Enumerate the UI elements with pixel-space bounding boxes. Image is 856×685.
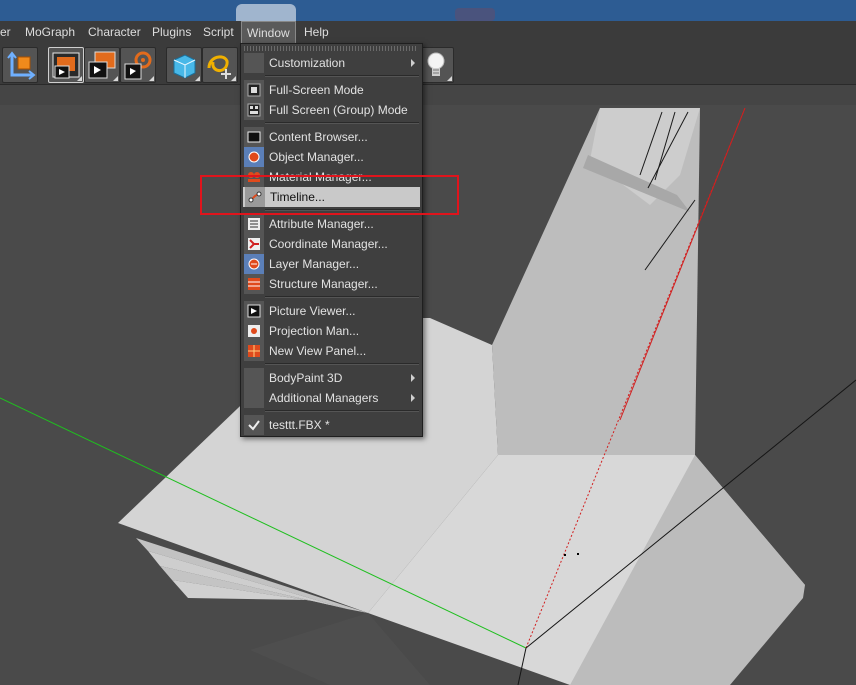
menu-item-window[interactable]: Window xyxy=(241,21,296,44)
menu-item-structure-manager[interactable]: Structure Manager... xyxy=(242,274,421,294)
menu-item-object-manager[interactable]: Object Manager... xyxy=(242,147,421,167)
menu-item-character[interactable]: Character xyxy=(83,21,146,44)
menu-item-projection-manager[interactable]: Projection Man... xyxy=(242,321,421,341)
menu-item-customization[interactable]: Customization xyxy=(242,53,421,73)
menu-tear-off-handle[interactable] xyxy=(244,46,418,51)
menu-bar: er MoGraph Character Plugins Script Wind… xyxy=(0,21,856,45)
blank-icon xyxy=(244,53,264,73)
checkmark-icon xyxy=(244,415,264,435)
layer-manager-icon xyxy=(244,254,264,274)
toolbar xyxy=(0,44,856,84)
spline-pen-button[interactable] xyxy=(202,47,238,83)
content-browser-icon xyxy=(244,127,264,147)
menu-item-new-view-panel[interactable]: New View Panel... xyxy=(242,341,421,361)
object-manager-icon xyxy=(244,147,264,167)
menu-item-full-screen-mode[interactable]: Full-Screen Mode xyxy=(242,80,421,100)
menu-item-plugins[interactable]: Plugins xyxy=(147,21,196,44)
light-button[interactable] xyxy=(418,47,454,83)
menu-item-additional-managers[interactable]: Additional Managers xyxy=(242,388,421,408)
fullscreen-icon xyxy=(244,80,264,100)
submenu-arrow-icon xyxy=(411,59,415,67)
menu-item-script[interactable]: Script xyxy=(198,21,239,44)
title-tab-highlight xyxy=(236,4,296,21)
axis-tool-icon xyxy=(7,51,36,80)
window-menu-dropdown: Customization Full-Screen Mode Full Scre… xyxy=(240,43,423,437)
menu-item-picture-viewer[interactable]: Picture Viewer... xyxy=(242,301,421,321)
menu-item-attribute-manager[interactable]: Attribute Manager... xyxy=(242,214,421,234)
cube-primitive-button[interactable] xyxy=(166,47,202,83)
menu-item-partial[interactable]: er xyxy=(0,21,16,44)
attribute-manager-icon xyxy=(244,214,264,234)
new-view-panel-icon xyxy=(244,341,264,361)
viewport-header-strip xyxy=(0,84,856,106)
highlight-annotation-box xyxy=(200,175,459,215)
coordinate-manager-icon xyxy=(244,234,264,254)
picture-viewer-icon xyxy=(244,301,264,321)
projection-manager-icon xyxy=(244,321,264,341)
menu-item-layer-manager[interactable]: Layer Manager... xyxy=(242,254,421,274)
menu-item-content-browser[interactable]: Content Browser... xyxy=(242,127,421,147)
menu-item-open-document[interactable]: testtt.FBX * xyxy=(242,415,421,435)
submenu-arrow-icon xyxy=(411,394,415,402)
menu-item-full-screen-group-mode[interactable]: Full Screen (Group) Mode xyxy=(242,100,421,120)
menu-item-help[interactable]: Help xyxy=(299,21,334,44)
menu-item-coordinate-manager[interactable]: Coordinate Manager... xyxy=(242,234,421,254)
window-title-strip xyxy=(0,0,856,21)
structure-manager-icon xyxy=(244,274,264,294)
blank-icon xyxy=(244,368,264,388)
render-picture-viewer-button[interactable] xyxy=(84,47,120,83)
menu-item-mograph[interactable]: MoGraph xyxy=(20,21,80,44)
submenu-arrow-icon xyxy=(411,374,415,382)
menu-item-bodypaint-3d[interactable]: BodyPaint 3D xyxy=(242,368,421,388)
title-decoration xyxy=(455,8,495,21)
render-settings-button[interactable] xyxy=(120,47,156,83)
render-view-button[interactable] xyxy=(48,47,84,83)
axis-tool-button[interactable] xyxy=(2,47,38,83)
fullscreen-group-icon xyxy=(244,100,264,120)
blank-icon xyxy=(244,388,264,408)
